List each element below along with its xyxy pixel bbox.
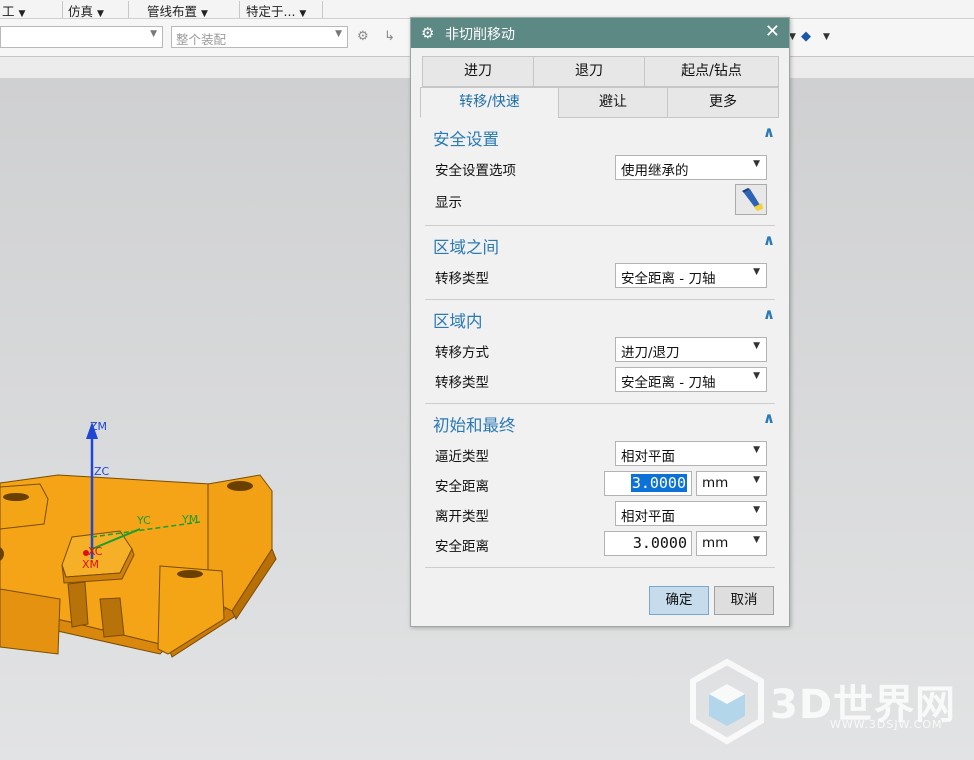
tab-engage[interactable]: 进刀 <box>422 56 534 87</box>
collapse-icon[interactable]: ∧ <box>763 231 775 249</box>
cancel-button[interactable]: 取消 <box>714 586 774 615</box>
section-safety-settings[interactable]: 安全设置 ∧ <box>425 123 775 149</box>
tab-more[interactable]: 更多 <box>667 87 779 118</box>
menu-item-routing[interactable]: 管线布置 ▼ <box>147 1 208 19</box>
watermark-url: WWW.3DSJW.COM <box>830 718 943 731</box>
xm-axis-label: XM <box>82 558 99 571</box>
zc-axis-label: ZC <box>94 465 110 478</box>
menu-item-tools[interactable]: 工 ▼ <box>2 1 25 19</box>
dialog-title-bar[interactable]: ⚙ 非切削移动 ✕ <box>411 18 789 48</box>
tab-retract[interactable]: 退刀 <box>533 56 645 87</box>
approach-distance-input[interactable]: 3.0000 <box>604 471 692 496</box>
approach-type-select[interactable]: 相对平面 ▼ <box>615 441 767 466</box>
watermark-logo-icon <box>690 658 764 745</box>
snap-icon[interactable]: ⚙ <box>357 29 373 45</box>
select-icon[interactable]: ↳ <box>384 29 400 45</box>
section-within-region[interactable]: 区域内 ∧ <box>425 305 775 331</box>
menu-item-simulation[interactable]: 仿真 ▼ <box>68 1 104 19</box>
ok-button[interactable]: 确定 <box>649 586 709 615</box>
transfer-method-label: 转移方式 <box>435 345 489 361</box>
depart-distance-input[interactable]: 3.0000 <box>604 531 692 556</box>
safety-option-select[interactable]: 使用继承的 ▼ <box>615 155 767 180</box>
display-label: 显示 <box>435 195 462 211</box>
zm-axis-label: ZM <box>90 420 107 433</box>
ym-axis-label: YM <box>181 513 198 526</box>
type-filter-combo[interactable]: ▼ <box>0 26 163 48</box>
section-title: 区域之间 <box>433 238 499 257</box>
assembly-scope-combo[interactable]: 整个装配 ▼ <box>171 26 348 48</box>
collapse-icon[interactable]: ∧ <box>763 305 775 323</box>
display-button[interactable] <box>735 184 767 215</box>
dialog-title: 非切削移动 <box>445 27 515 43</box>
chevron-down-icon[interactable]: ▼ <box>823 32 839 48</box>
close-icon[interactable]: ✕ <box>765 21 780 42</box>
section-title: 安全设置 <box>433 130 499 149</box>
section-title: 区域内 <box>433 312 483 331</box>
between-transfer-type-select[interactable]: 安全距离 - 刀轴 ▼ <box>615 263 767 288</box>
approach-distance-label: 安全距离 <box>435 479 489 495</box>
chevron-down-icon[interactable]: ▼ <box>789 32 805 48</box>
xc-axis-label: XC <box>88 545 103 558</box>
depart-type-label: 离开类型 <box>435 509 489 525</box>
depart-type-select[interactable]: 相对平面 ▼ <box>615 501 767 526</box>
within-transfer-type-select[interactable]: 安全距离 - 刀轴 ▼ <box>615 367 767 392</box>
tab-avoidance[interactable]: 避让 <box>558 87 668 118</box>
flashlight-icon <box>742 188 763 211</box>
transfer-type-label: 转移类型 <box>435 375 489 391</box>
section-initial-final[interactable]: 初始和最终 ∧ <box>425 409 775 435</box>
safety-option-label: 安全设置选项 <box>435 163 516 179</box>
transfer-method-select[interactable]: 进刀/退刀 ▼ <box>615 337 767 362</box>
transfer-type-label: 转移类型 <box>435 271 489 287</box>
depart-distance-unit-select[interactable]: mm ▼ <box>696 531 767 556</box>
section-title: 初始和最终 <box>433 416 516 435</box>
depart-distance-label: 安全距离 <box>435 539 489 555</box>
gear-icon: ⚙ <box>421 24 435 42</box>
section-between-regions[interactable]: 区域之间 ∧ <box>425 231 775 257</box>
collapse-icon[interactable]: ∧ <box>763 123 775 141</box>
non-cutting-moves-dialog: ⚙ 非切削移动 ✕ 进刀 退刀 起点/钻点 转移/快速 避让 更多 安全设置 ∧… <box>410 17 790 627</box>
tab-start-drill-points[interactable]: 起点/钻点 <box>644 56 779 87</box>
approach-type-label: 逼近类型 <box>435 449 489 465</box>
menu-item-specific[interactable]: 特定于... ▼ <box>246 1 306 19</box>
approach-distance-unit-select[interactable]: mm ▼ <box>696 471 767 496</box>
collapse-icon[interactable]: ∧ <box>763 409 775 427</box>
tab-transfer-rapid[interactable]: 转移/快速 <box>420 87 559 118</box>
yc-axis-label: YC <box>136 514 151 527</box>
